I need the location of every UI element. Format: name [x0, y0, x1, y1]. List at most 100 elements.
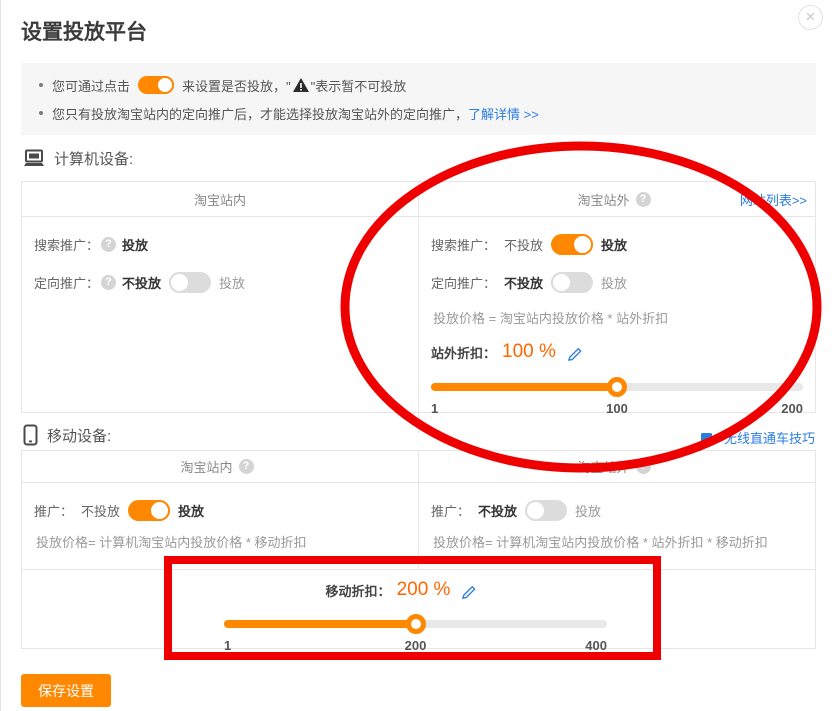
help-icon[interactable]: ? — [239, 459, 254, 474]
row-label: 搜索推广： — [431, 235, 496, 254]
mobile-discount-slider[interactable] — [224, 614, 607, 634]
header-label: 淘宝站内 — [180, 457, 232, 476]
computer-section-header: 计算机设备: — [23, 148, 133, 169]
mobile-toggle-row: 推广： 不投放 投放 推广： 不投放 投放 — [22, 483, 815, 523]
row-label: 推广： — [431, 501, 470, 520]
computer-inside-cell: 搜索推广： ? 投放 定向推广： ? 不投放 投放 — [22, 217, 418, 433]
slider-labels: 1 100 200 — [431, 401, 803, 419]
slider-max-label: 400 — [585, 638, 607, 653]
wireless-tips: 无线直通车技巧 — [701, 428, 815, 447]
slider-current-label: 100 — [606, 401, 628, 416]
toggle-knob — [525, 500, 546, 521]
status-on-label: 投放 — [601, 235, 627, 254]
slider-min-label: 1 — [224, 638, 231, 653]
search-promo-row: 搜索推广： ? 投放 — [34, 231, 406, 257]
row-label: 推广： — [34, 501, 73, 520]
slider-knob[interactable] — [607, 377, 627, 397]
notice-line-2: 您只有投放淘宝站内的定向推广后，才能选择投放淘宝站外的定向推广， 了解详情 >> — [37, 99, 800, 127]
header-label: 淘宝站内 — [194, 190, 246, 209]
edit-pencil-icon[interactable] — [566, 344, 583, 361]
target-promo-toggle[interactable] — [169, 272, 211, 293]
example-toggle[interactable] — [138, 76, 174, 94]
header-taobao-outside: 淘宝站外 ? 网站列表>> — [418, 182, 815, 216]
site-list-link[interactable]: 网站列表>> — [740, 190, 807, 209]
target-promo-row: 定向推广： ? 不投放 投放 — [34, 269, 406, 295]
header-taobao-outside: 淘宝站外 ? — [418, 451, 815, 482]
promo-toggle[interactable] — [525, 500, 567, 521]
price-formula: 投放价格= 计算机淘宝站内投放价格 * 移动折扣 — [36, 533, 406, 553]
set-platform-dialog: 设置投放平台 × 您可通过点击 来设置是否投放，" "表示暂不可投放 您只有投放… — [0, 0, 835, 711]
mobile-slider-row: 移动折扣： 200 % 1 200 400 — [22, 570, 815, 664]
mobile-formula-row: 投放价格= 计算机淘宝站内投放价格 * 移动折扣 投放价格= 计算机淘宝站内投放… — [22, 523, 815, 570]
status-on-label: 投放 — [219, 273, 245, 292]
price-formula: 投放价格 = 淘宝站内投放价格 * 站外折扣 — [433, 309, 803, 329]
promo-toggle[interactable] — [128, 500, 170, 521]
offsite-discount-slider[interactable] — [431, 377, 803, 397]
learn-more-link[interactable]: 了解详情 >> — [468, 104, 539, 123]
warning-triangle-icon — [293, 78, 309, 92]
toggle-knob — [156, 76, 174, 94]
help-icon[interactable]: ? — [636, 192, 651, 207]
help-icon[interactable]: ? — [636, 459, 651, 474]
wireless-tips-link[interactable]: 无线直通车技巧 — [724, 428, 815, 447]
status-on-label: 投放 — [601, 273, 627, 292]
status-off-label: 不投放 — [504, 273, 543, 292]
toggle-knob — [572, 234, 593, 255]
notice-line-1: 您可通过点击 来设置是否投放，" "表示暂不可投放 — [37, 71, 800, 99]
target-promo-row: 定向推广： 不投放 投放 — [431, 269, 803, 295]
slider-current-label: 200 — [405, 638, 427, 653]
section-title: 移动设备: — [47, 425, 111, 446]
target-promo-toggle[interactable] — [551, 272, 593, 293]
slider-knob[interactable] — [406, 614, 426, 634]
row-label: 定向推广： — [34, 273, 99, 292]
computer-icon — [23, 149, 45, 169]
notice-text: 您可通过点击 — [52, 76, 130, 95]
slider-max-label: 200 — [781, 401, 803, 416]
mobile-slider-wrap: 移动折扣： 200 % 1 200 400 — [224, 576, 607, 656]
mobile-inside-cell: 推广： 不投放 投放 — [22, 483, 418, 523]
mobile-table-head: 淘宝站内 ? 淘宝站外 ? — [22, 451, 815, 483]
help-icon[interactable]: ? — [101, 275, 116, 290]
slider-fill — [431, 383, 617, 391]
toggle-knob — [149, 500, 170, 521]
notice-box: 您可通过点击 来设置是否投放，" "表示暂不可投放 您只有投放淘宝站内的定向推广… — [21, 63, 816, 135]
search-promo-row: 搜索推广： 不投放 投放 — [431, 231, 803, 257]
mobile-discount-line: 移动折扣： 200 % — [210, 576, 593, 604]
header-taobao-inside: 淘宝站内 — [22, 182, 418, 216]
mobile-section-header: 移动设备: — [23, 424, 111, 446]
discount-value: 200 % — [397, 579, 451, 601]
mobile-inside-formula-cell: 投放价格= 计算机淘宝站内投放价格 * 移动折扣 — [22, 523, 418, 569]
header-label: 淘宝站外 — [577, 190, 629, 209]
status-off-label: 不投放 — [478, 501, 517, 520]
status-off-label: 不投放 — [122, 273, 161, 292]
slider-labels: 1 200 400 — [224, 638, 607, 656]
promo-row: 推广： 不投放 投放 — [431, 497, 803, 523]
status-on-label: 投放 — [178, 501, 204, 520]
computer-table-body: 搜索推广： ? 投放 定向推广： ? 不投放 投放 搜索推广： 不投放 — [22, 217, 815, 433]
edit-pencil-icon[interactable] — [460, 582, 477, 599]
video-camera-icon — [701, 432, 719, 444]
discount-label: 移动折扣： — [326, 581, 391, 600]
discount-label: 站外折扣： — [431, 343, 496, 362]
bullet-dot — [39, 83, 43, 87]
status-on-label: 投放 — [575, 501, 601, 520]
row-label: 搜索推广： — [34, 235, 99, 254]
section-title: 计算机设备: — [54, 148, 133, 169]
close-icon[interactable]: × — [798, 5, 823, 30]
search-promo-toggle[interactable] — [551, 234, 593, 255]
offsite-discount-line: 站外折扣： 100 % — [431, 337, 803, 367]
status-off-label: 不投放 — [504, 235, 543, 254]
header-label: 淘宝站外 — [577, 457, 629, 476]
save-settings-button[interactable]: 保存设置 — [21, 674, 111, 707]
status-off-label: 不投放 — [81, 501, 120, 520]
computer-table-head: 淘宝站内 淘宝站外 ? 网站列表>> — [22, 182, 815, 217]
row-label: 定向推广： — [431, 273, 496, 292]
notice-text: 来设置是否投放，" — [182, 76, 291, 95]
slider-min-label: 1 — [431, 401, 438, 416]
notice-text: 您只有投放淘宝站内的定向推广后，才能选择投放淘宝站外的定向推广， — [52, 104, 468, 123]
toggle-knob — [169, 272, 190, 293]
help-icon[interactable]: ? — [101, 237, 116, 252]
page-title: 设置投放平台 — [21, 16, 147, 46]
phone-icon — [23, 424, 38, 446]
computer-outside-cell: 搜索推广： 不投放 投放 定向推广： 不投放 投放 投放价格 = 淘宝站内投放价… — [418, 217, 815, 433]
